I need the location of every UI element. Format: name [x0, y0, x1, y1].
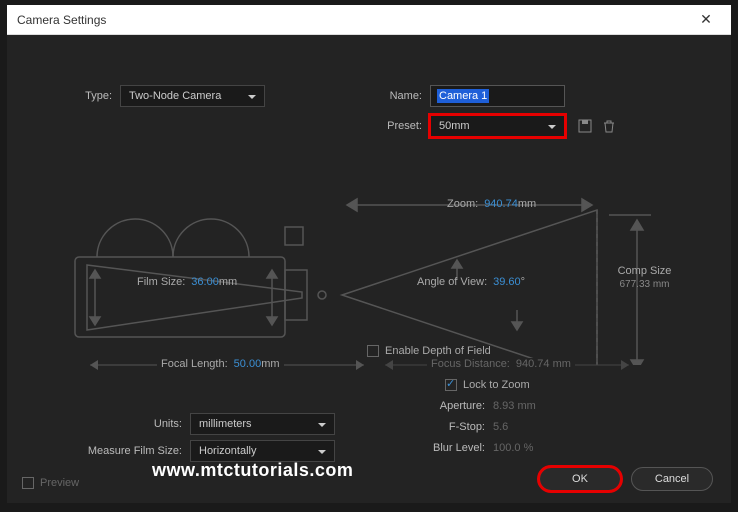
- focal-unit: mm: [261, 358, 279, 370]
- type-select[interactable]: Two-Node Camera: [120, 85, 265, 107]
- dialog-body: Type: Two-Node Camera Name: Camera 1 Pre…: [7, 35, 731, 503]
- aperture-label: Aperture:: [435, 400, 485, 412]
- units-select[interactable]: millimeters: [190, 413, 335, 435]
- zoom-value[interactable]: 940.74: [484, 198, 518, 210]
- lock-zoom-label: Lock to Zoom: [463, 379, 530, 391]
- measure-select[interactable]: Horizontally: [190, 440, 335, 462]
- window-title: Camera Settings: [17, 13, 691, 27]
- type-label: Type:: [72, 90, 112, 102]
- film-size-label: Film Size:: [137, 276, 185, 288]
- name-input[interactable]: Camera 1: [430, 85, 565, 107]
- titlebar: Camera Settings ✕: [7, 5, 731, 35]
- aperture-value: 8.93 mm: [493, 400, 536, 412]
- angle-value[interactable]: 39.60: [493, 276, 521, 288]
- zoom-label: Zoom:: [447, 198, 478, 210]
- camera-settings-dialog: Camera Settings ✕ Type: Two-Node Camera …: [7, 5, 731, 503]
- lock-zoom-checkbox[interactable]: [445, 379, 457, 391]
- focal-value[interactable]: 50.00: [234, 358, 262, 370]
- ok-button[interactable]: OK: [539, 467, 621, 491]
- film-size-unit: mm: [219, 276, 237, 288]
- zoom-unit: mm: [518, 198, 536, 210]
- preset-select[interactable]: 50mm: [430, 115, 565, 137]
- name-label: Name:: [382, 90, 422, 102]
- blur-label: Blur Level:: [425, 442, 485, 454]
- angle-unit: °: [521, 276, 525, 288]
- cancel-button[interactable]: Cancel: [631, 467, 713, 491]
- blur-value: 100.0 %: [493, 442, 533, 454]
- preview-label: Preview: [40, 477, 79, 489]
- measure-label: Measure Film Size:: [82, 445, 182, 457]
- comp-size-label: Comp Size: [607, 265, 682, 277]
- focus-dist-value: 940.74 mm: [516, 358, 571, 370]
- fstop-value: 5.6: [493, 421, 508, 433]
- close-icon[interactable]: ✕: [691, 11, 721, 28]
- focus-dist-label: Focus Distance:: [431, 358, 510, 370]
- fstop-label: F-Stop:: [435, 421, 485, 433]
- comp-size-value: 677.33 mm: [607, 279, 682, 290]
- preset-label: Preset:: [377, 120, 422, 132]
- film-size-value[interactable]: 36.00: [191, 276, 219, 288]
- trash-icon[interactable]: [599, 116, 619, 136]
- focal-label: Focal Length:: [161, 358, 228, 370]
- save-preset-icon[interactable]: [575, 116, 595, 136]
- angle-label: Angle of View:: [417, 276, 487, 288]
- preview-checkbox[interactable]: [22, 477, 34, 489]
- camera-diagram: [47, 165, 697, 365]
- units-label: Units:: [142, 418, 182, 430]
- watermark-text: www.mtctutorials.com: [152, 460, 353, 481]
- comp-size-block: Comp Size 677.33 mm: [607, 265, 682, 290]
